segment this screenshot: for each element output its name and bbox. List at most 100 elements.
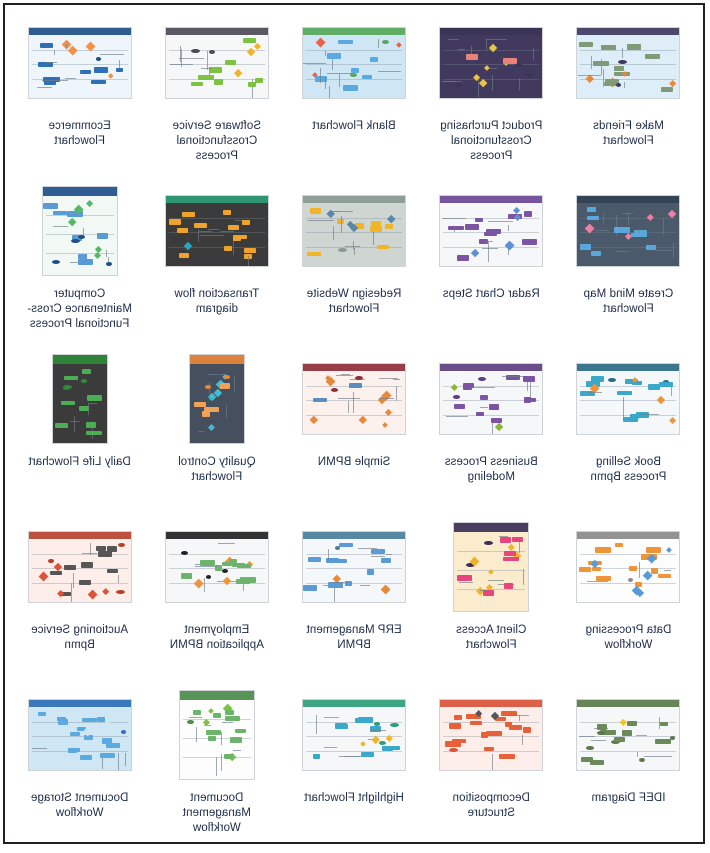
thumb-connector-line — [335, 374, 354, 376]
template-card-create-mind-map-flowchart[interactable]: Create Mind Map Flowchart — [560, 181, 697, 349]
thumb-lane-line — [306, 583, 403, 584]
thumb-connector-line — [532, 48, 534, 60]
template-card-product-purchasing-crossfunctional[interactable]: Product Purchasing Crossfunctional Proce… — [423, 13, 560, 181]
thumb-decision-node — [104, 719, 111, 726]
template-label-client-access-flowchart: Client Access Flowchart — [456, 624, 527, 651]
thumb-connector-line — [216, 757, 218, 777]
template-thumbnail-radar-chart-steps[interactable] — [439, 195, 544, 267]
template-card-auctioning-service-bpmn[interactable]: Auctioning Service Bpmn — [11, 517, 148, 685]
template-card-transaction-flow-diagram[interactable]: Transaction flow diagram — [148, 181, 285, 349]
thumb-process-node — [100, 752, 116, 759]
template-thumbnail-document-management-workflow[interactable] — [178, 690, 255, 780]
template-card-business-process-modeling[interactable]: Business Process Modeling — [423, 349, 560, 517]
template-card-make-friends-flowchart[interactable]: Make Friends Flowchart — [560, 13, 697, 181]
template-thumbnail-employment-application-bpmn[interactable] — [164, 531, 269, 603]
template-card-redesign-website-flowchart[interactable]: Redesign Website Flowchart — [285, 181, 422, 349]
template-thumbnail-highlight-flowchart[interactable] — [302, 699, 407, 771]
template-thumbnail-document-storage-workflow[interactable] — [27, 699, 132, 771]
template-card-quality-control-flowchart[interactable]: Quality Control Flowchart — [148, 349, 285, 517]
thumb-process-node — [116, 68, 124, 73]
template-card-radar-chart-steps[interactable]: Radar Chart Steps — [423, 181, 560, 349]
template-thumbnail-computer-maintenance-crossfunctional[interactable] — [41, 186, 118, 276]
template-card-computer-maintenance-crossfunctional[interactable]: Computer Maintenance Cross-Functional Pr… — [11, 181, 148, 349]
thumb-connector-line — [73, 572, 75, 589]
template-thumbnail-wrap — [439, 185, 544, 277]
template-thumbnail-erp-management-bpmn[interactable] — [302, 531, 407, 603]
template-thumbnail-daily-life-flowchart[interactable] — [51, 354, 108, 444]
template-thumbnail-idef-diagram[interactable] — [576, 699, 681, 771]
template-label-redesign-website-flowchart: Redesign Website Flowchart — [306, 288, 402, 315]
thumb-process-node — [369, 225, 382, 232]
template-thumbnail-business-process-modeling[interactable] — [439, 363, 544, 435]
template-card-software-service-crossfunctional[interactable]: Software Service Crossfunctional Process — [148, 13, 285, 181]
thumb-terminator-node — [48, 558, 54, 563]
template-thumbnail-ecommerce-flowchart[interactable] — [27, 27, 132, 99]
thumb-connector-line — [491, 754, 493, 771]
thumb-process-node — [593, 61, 609, 66]
template-thumbnail-book-selling-process-bpmn[interactable] — [576, 363, 681, 435]
template-thumbnail-create-mind-map-flowchart[interactable] — [576, 195, 681, 267]
template-thumbnail-transaction-flow-diagram[interactable] — [164, 195, 269, 267]
thumb-process-node — [223, 245, 232, 251]
template-card-ecommerce-flowchart[interactable]: Ecommerce Flowchart — [11, 13, 148, 181]
thumb-decision-node — [85, 199, 93, 207]
template-card-document-management-workflow[interactable]: Document Management Workflow — [148, 685, 285, 853]
template-thumbnail-client-access-flowchart[interactable] — [453, 522, 530, 612]
thumb-terminator-node — [221, 568, 228, 573]
thumb-header-bar — [42, 187, 117, 196]
thumb-process-node — [360, 751, 374, 758]
thumb-process-node — [93, 67, 109, 73]
thumb-process-node — [503, 550, 517, 557]
template-thumbnail-blank-flowchart[interactable] — [302, 27, 407, 99]
template-card-blank-flowchart[interactable]: Blank Flowchart — [285, 13, 422, 181]
thumb-process-node — [61, 400, 76, 405]
thumb-connector-line — [340, 215, 342, 234]
thumb-connector-line — [377, 39, 379, 48]
template-card-employment-application-bpmn[interactable]: Employment Application BPMN — [148, 517, 285, 685]
template-card-simple-bpmn[interactable]: Simple BPMN — [285, 349, 422, 517]
thumb-process-node — [63, 376, 79, 381]
thumb-connector-line — [221, 731, 223, 745]
template-card-document-storage-workflow[interactable]: Document Storage Workflow — [11, 685, 148, 853]
template-thumbnail-software-service-crossfunctional[interactable] — [164, 27, 269, 99]
thumb-decision-node — [49, 742, 59, 752]
thumb-process-node — [303, 585, 318, 591]
template-card-highlight-flowchart[interactable]: Highlight Flowchart — [285, 685, 422, 853]
template-thumbnail-make-friends-flowchart[interactable] — [576, 27, 681, 99]
thumb-process-node — [306, 251, 321, 257]
thumb-process-node — [81, 369, 91, 375]
template-card-daily-life-flowchart[interactable]: Daily Life Flowchart — [11, 349, 148, 517]
thumb-process-node — [55, 423, 68, 428]
thumb-process-node — [255, 78, 263, 83]
thumb-connector-line — [522, 568, 524, 585]
thumb-process-node — [242, 38, 256, 43]
thumb-process-node — [242, 220, 250, 226]
template-card-idef-diagram[interactable]: IDEF Diagram — [560, 685, 697, 853]
thumb-process-node — [38, 62, 54, 68]
template-thumbnail-quality-control-flowchart[interactable] — [188, 354, 245, 444]
thumb-process-node — [198, 75, 214, 81]
thumb-connector-line — [197, 430, 205, 432]
template-label-business-process-modeling: Business Process Modeling — [444, 456, 538, 483]
thumb-terminator-node — [191, 48, 200, 53]
thumb-process-node — [614, 66, 624, 71]
template-card-erp-management-bpmn[interactable]: ERP Management BPMN — [285, 517, 422, 685]
template-thumbnail-data-processing-workflow[interactable] — [576, 531, 681, 603]
template-thumbnail-product-purchasing-crossfunctional[interactable] — [439, 27, 544, 99]
thumb-process-node — [168, 219, 182, 225]
template-card-data-processing-workflow[interactable]: Data Processing Workflow — [560, 517, 697, 685]
template-thumbnail-simple-bpmn[interactable] — [302, 363, 407, 435]
thumb-terminator-node — [77, 235, 85, 239]
template-thumbnail-redesign-website-flowchart[interactable] — [302, 195, 407, 267]
thumb-process-node — [343, 85, 359, 91]
thumb-process-node — [366, 569, 375, 575]
template-card-book-selling-process-bpmn[interactable]: Book Selling Process Bpmn — [560, 349, 697, 517]
thumb-process-node — [176, 227, 188, 233]
thumb-terminator-node — [628, 578, 634, 583]
template-thumbnail-decomposition-structure[interactable] — [439, 699, 544, 771]
template-card-client-access-flowchart[interactable]: Client Access Flowchart — [423, 517, 560, 685]
thumb-terminator-node — [608, 378, 616, 383]
template-thumbnail-auctioning-service-bpmn[interactable] — [27, 531, 132, 603]
template-card-decomposition-structure[interactable]: Decomposition Structure — [423, 685, 560, 853]
thumb-connector-line — [529, 382, 531, 399]
